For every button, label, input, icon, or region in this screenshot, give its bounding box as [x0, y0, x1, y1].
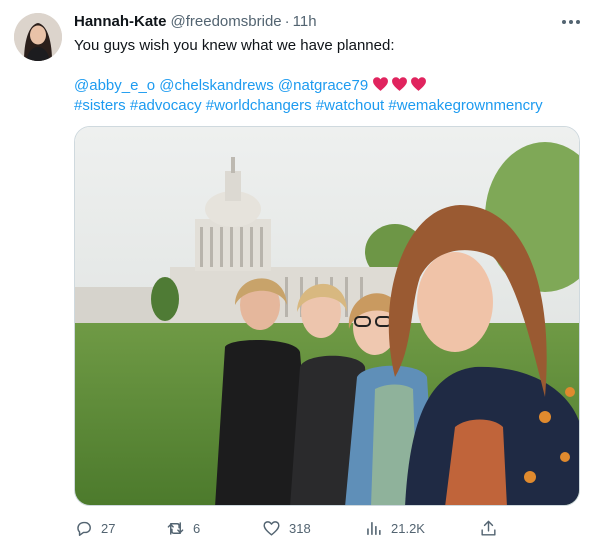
retweet-count: 6 [193, 520, 201, 536]
mention-link[interactable]: @abby_e_o [74, 77, 155, 94]
hashtag-link[interactable]: #sisters [74, 97, 126, 114]
hashtag-link[interactable]: #worldchangers [206, 97, 312, 114]
retweet-icon [167, 521, 184, 535]
reply-count: 27 [101, 520, 116, 536]
heart-emoji-icon [411, 77, 427, 91]
tweet: Hannah-Kate @freedomsbride · 11h You guys w… [0, 0, 597, 549]
reply-icon [77, 521, 91, 536]
hashtag-link[interactable]: #watchout [316, 97, 384, 114]
author-handle[interactable]: @freedomsbride [171, 13, 282, 30]
tweet-text: You guys wish you knew what we have plan… [74, 36, 584, 116]
avatar-image [14, 13, 62, 61]
action-bar: 27 6 318 21.2K [74, 516, 504, 540]
more-icon [562, 20, 580, 24]
analytics-icon [367, 521, 381, 535]
tweet-line: You guys wish you knew what we have plan… [74, 37, 395, 54]
retweet-button[interactable]: 6 [166, 516, 200, 540]
tweet-header: Hannah-Kate @freedomsbride · 11h [74, 12, 317, 32]
timestamp[interactable]: 11h [293, 13, 317, 30]
share-icon [481, 520, 496, 536]
like-count: 318 [289, 520, 311, 536]
photo-image [75, 127, 579, 505]
mention-link[interactable]: @chelskandrews [159, 77, 273, 94]
share-button[interactable] [479, 516, 498, 540]
heart-emoji-icon [392, 77, 408, 91]
mention-link[interactable]: @natgrace79 [278, 77, 368, 94]
views-button[interactable]: 21.2K [364, 516, 425, 540]
reply-button[interactable]: 27 [74, 516, 115, 540]
hashtag-link[interactable]: #wemakegrownmencry [388, 97, 542, 114]
views-count: 21.2K [391, 520, 425, 536]
mentions-line: @abby_e_o @chelskandrews @natgrace79 [74, 76, 584, 96]
more-options-button[interactable] [559, 12, 583, 32]
heart-emoji-icon [373, 77, 389, 91]
tweet-photo[interactable] [74, 126, 580, 506]
hashtags-line: #sisters #advocacy #worldchangers #watch… [74, 96, 584, 116]
heart-icon [263, 520, 280, 536]
avatar[interactable] [14, 13, 62, 61]
separator-dot: · [284, 13, 290, 30]
author-name[interactable]: Hannah-Kate [74, 13, 167, 30]
hashtag-link[interactable]: #advocacy [130, 97, 202, 114]
like-button[interactable]: 318 [262, 516, 311, 540]
hearts-emoji-group [372, 76, 427, 93]
